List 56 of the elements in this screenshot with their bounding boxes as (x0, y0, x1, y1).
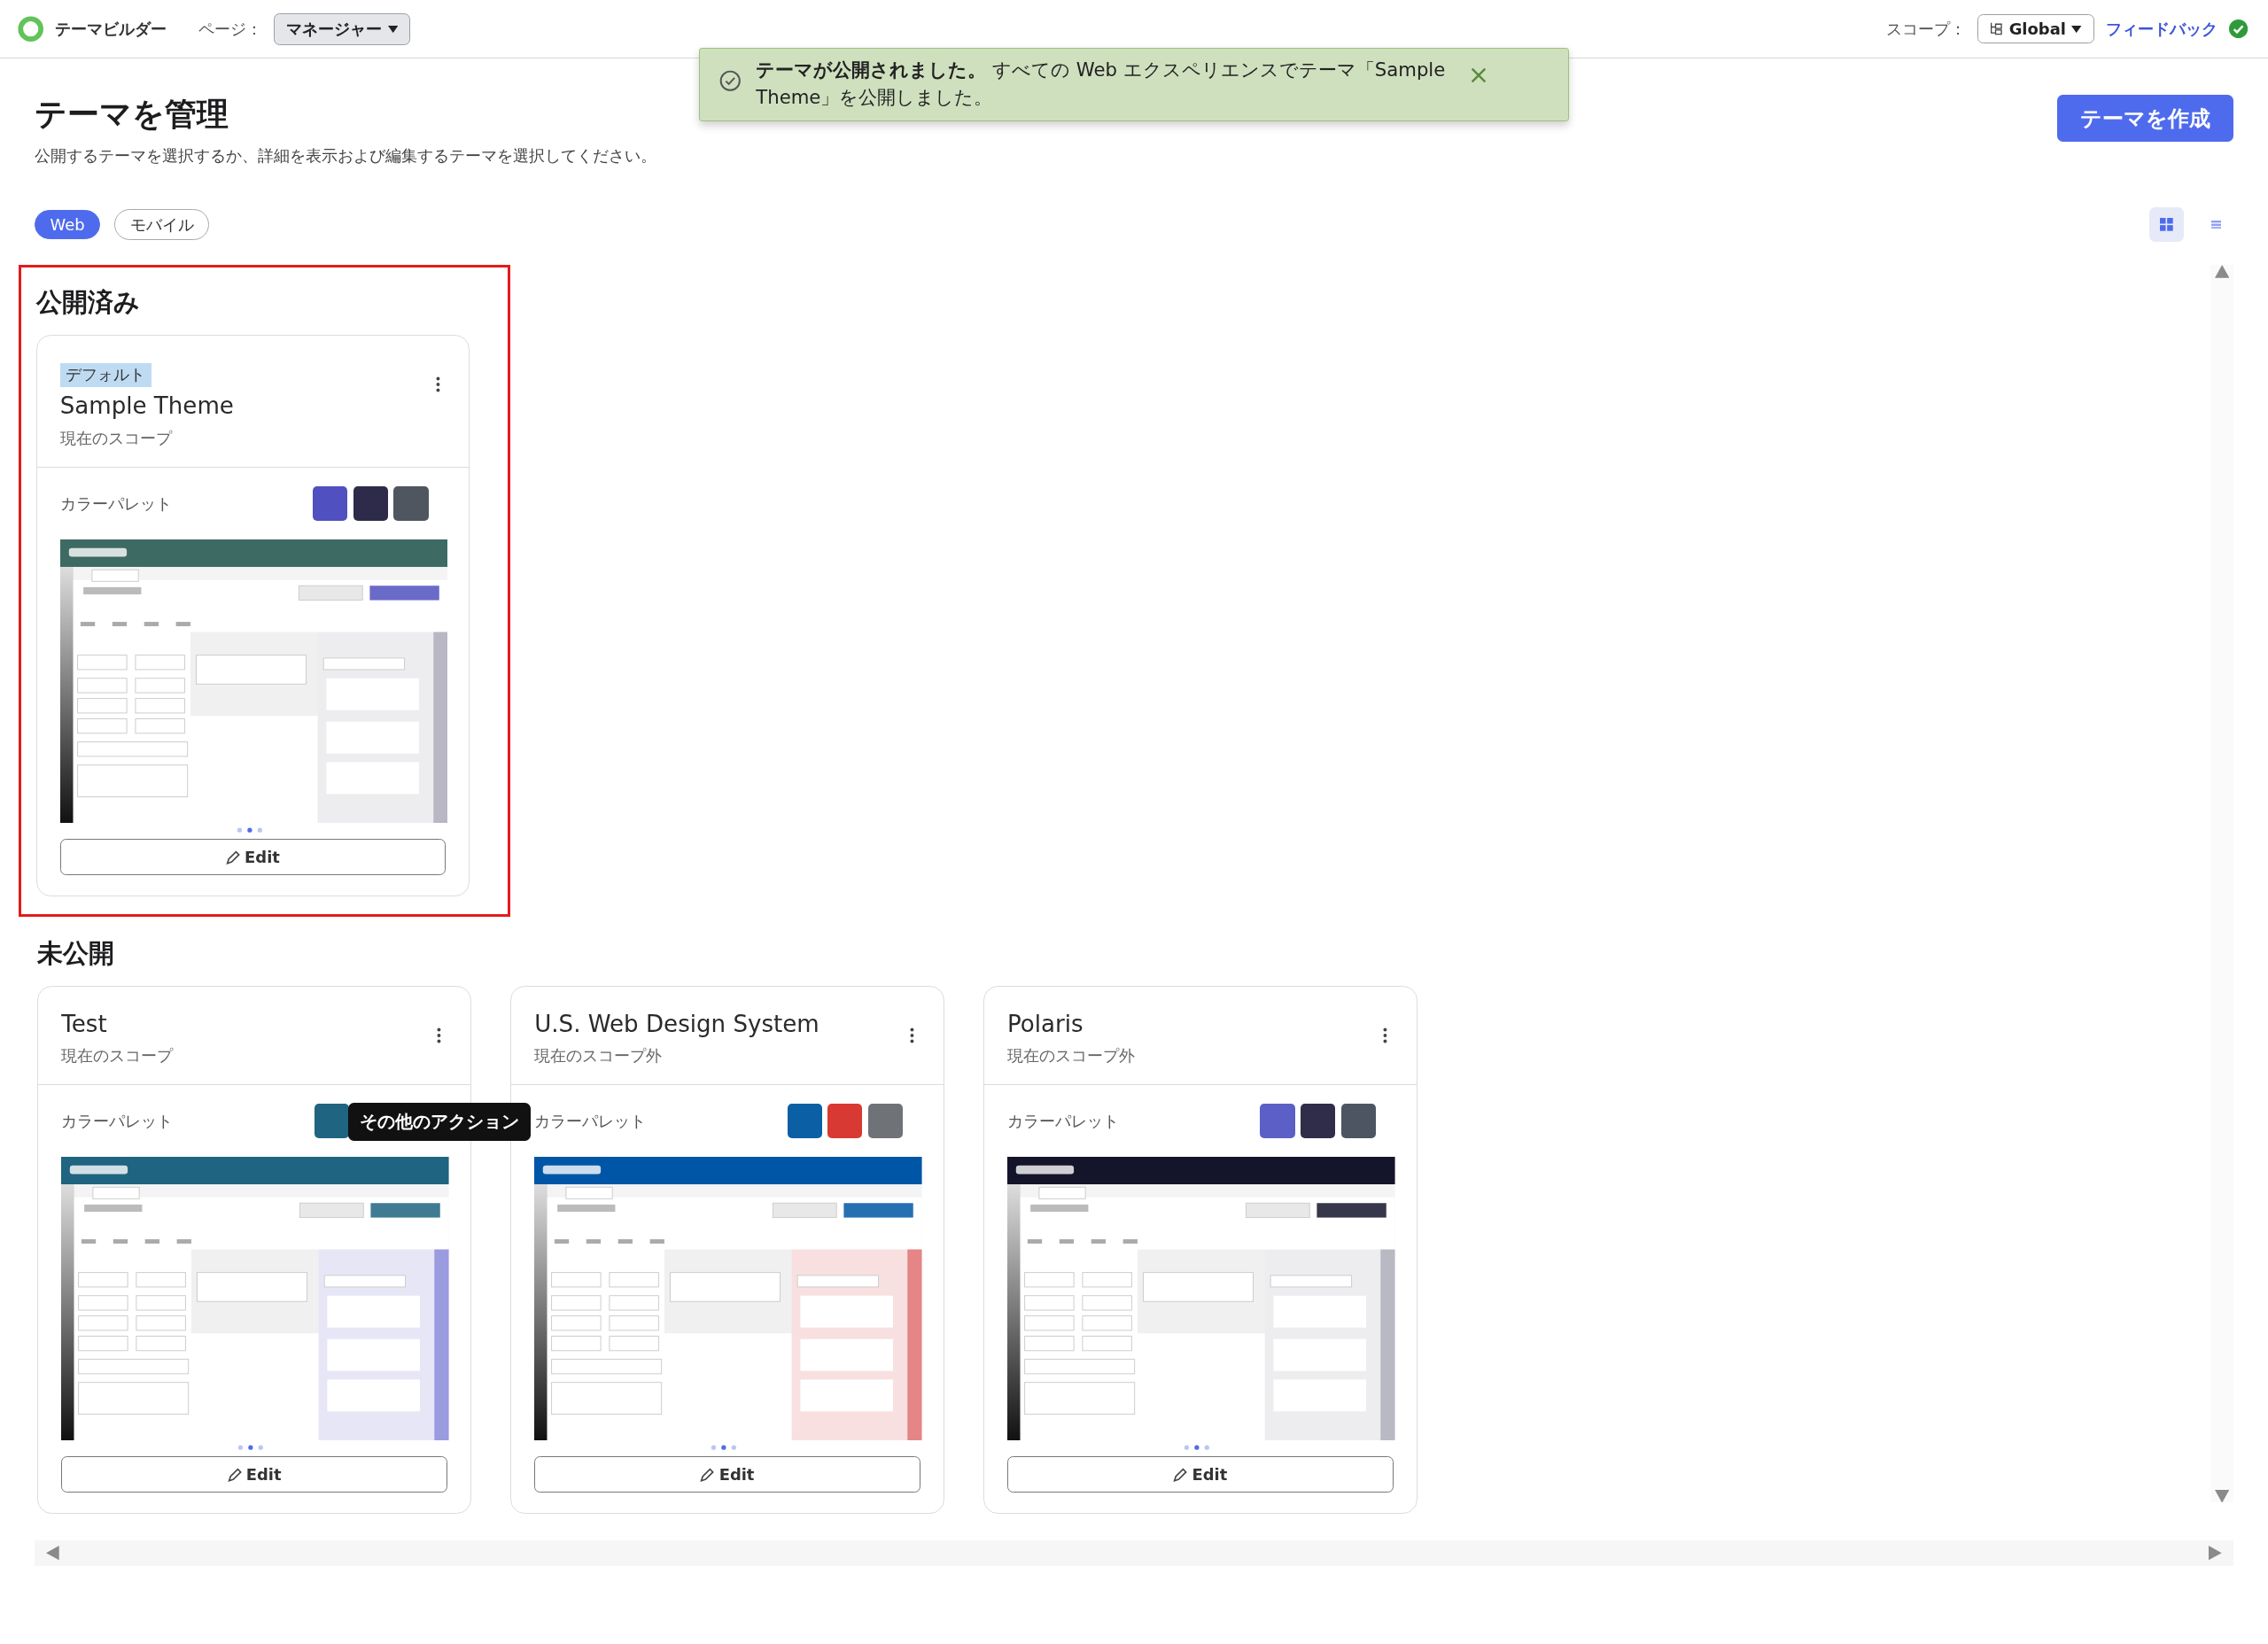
edit-button[interactable]: Edit (59, 839, 447, 876)
scroll-right-icon[interactable] (2209, 1546, 2222, 1561)
scroll-left-icon[interactable] (46, 1546, 59, 1561)
horizontal-scrollbar[interactable] (35, 1539, 2233, 1567)
page-title: テーマを管理 (35, 95, 230, 135)
caret-icon (387, 25, 398, 33)
theme-scope: 現在のスコープ外 (534, 1045, 664, 1067)
scope-label: スコープ： (1886, 18, 1967, 40)
theme-name: Sample Theme (59, 392, 234, 420)
vertical-scrollbar[interactable] (2210, 265, 2233, 1503)
scroll-down-icon[interactable] (2214, 1489, 2229, 1503)
more-icon (1383, 1028, 1388, 1043)
grid-icon (2160, 218, 2174, 231)
pencil-icon (227, 1467, 242, 1482)
platform-tab[interactable]: Web (35, 210, 100, 239)
theme-scope: 現在のスコープ (61, 1045, 174, 1067)
create-theme-button[interactable]: テーマを作成 (2056, 95, 2233, 142)
palette-label: カラーパレット (534, 1110, 647, 1132)
theme-scope: 現在のスコープ外 (1007, 1045, 1136, 1067)
pencil-icon (700, 1467, 715, 1482)
check-icon (2229, 19, 2249, 39)
edit-button[interactable]: Edit (1007, 1456, 1394, 1493)
more-icon (437, 1028, 442, 1043)
section-title: 未公開 (37, 937, 116, 971)
pencil-icon (225, 849, 241, 865)
page-label: ページ： (198, 18, 262, 40)
edit-button[interactable]: Edit (534, 1456, 920, 1493)
palette-label: カラーパレット (1007, 1110, 1120, 1132)
page-dropdown[interactable]: マネージャー (273, 12, 410, 45)
theme-scope: 現在のスコープ (59, 428, 174, 450)
caret-icon (2071, 25, 2082, 33)
close-icon (1470, 67, 1487, 83)
hierarchy-icon (1990, 21, 2004, 36)
more-icon (910, 1028, 915, 1043)
grid-view-button[interactable] (2149, 206, 2185, 243)
logo-icon (17, 15, 43, 43)
feedback-link[interactable]: フィードバック (2105, 18, 2218, 40)
toast-message: テーマが公開されました。 すべての Web エクスペリエンスでテーマ「Sample Theme」を公開しました。 (756, 58, 1447, 111)
more-icon (435, 376, 440, 392)
default-badge: デフォルト (59, 362, 151, 387)
edit-button[interactable]: Edit (61, 1456, 447, 1493)
palette-label: カラーパレット (61, 1110, 174, 1132)
theme-name: Test (61, 1010, 108, 1037)
scope-dropdown[interactable]: Global (1977, 14, 2094, 44)
section-title: 公開済み (35, 285, 141, 319)
check-circle-icon (719, 70, 742, 92)
scroll-up-icon[interactable] (2214, 265, 2229, 278)
app-name: テーマビルダー (55, 18, 167, 40)
list-icon (2210, 220, 2221, 229)
tooltip: その他のアクション (347, 1103, 531, 1142)
platform-tab[interactable]: モバイル (114, 208, 209, 241)
theme-name: Polaris (1007, 1010, 1084, 1037)
page-subtitle: 公開するテーマを選択するか、詳細を表示および編集するテーマを選択してください。 (35, 145, 657, 167)
theme-name: U.S. Web Design System (534, 1010, 819, 1037)
palette-label: カラーパレット (59, 492, 172, 515)
pencil-icon (1173, 1467, 1188, 1482)
